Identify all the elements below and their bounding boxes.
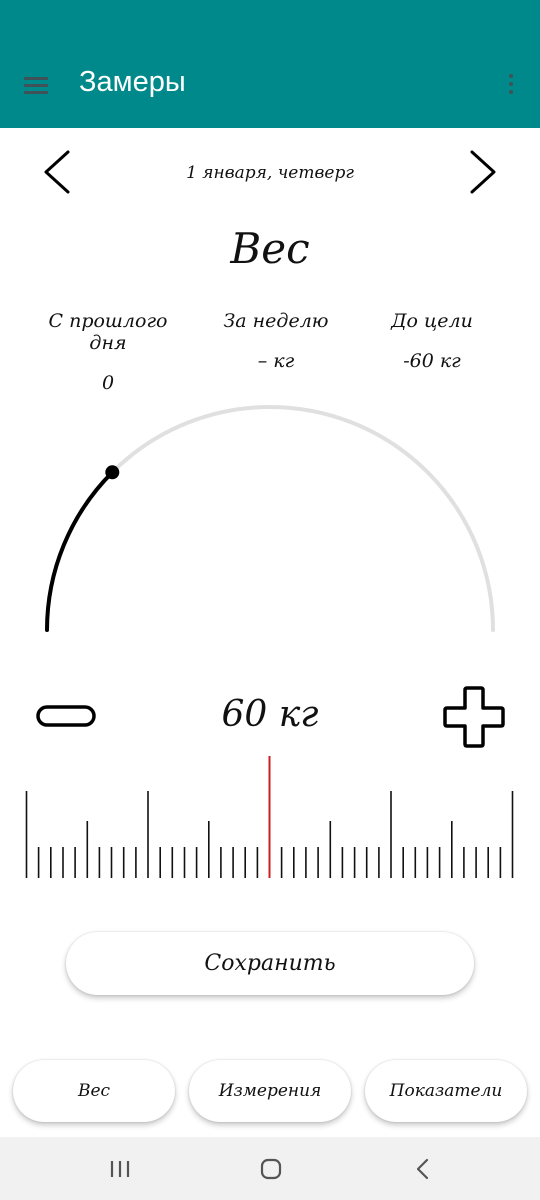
save-button[interactable]: Сохранить	[66, 932, 474, 995]
gauge-fill	[45, 470, 115, 632]
tab-indicators[interactable]: Показатели	[365, 1060, 527, 1122]
app-bar: Замеры	[0, 0, 540, 128]
chevron-right-icon	[470, 150, 496, 194]
stat-value: – кг	[257, 350, 295, 372]
date-label: 1 января, четверг	[186, 163, 354, 183]
decrease-weight-button[interactable]	[36, 705, 96, 727]
weight-value: 60 кг	[221, 694, 319, 735]
stat-value: -60 кг	[403, 350, 461, 372]
minus-icon	[36, 705, 96, 727]
back-button[interactable]	[403, 1149, 443, 1189]
recent-apps-icon	[110, 1161, 130, 1177]
menu-icon[interactable]	[18, 72, 54, 100]
stat-label: За неделю	[223, 310, 329, 332]
gauge-track	[45, 405, 495, 632]
tab-weight[interactable]: Вес	[13, 1060, 175, 1122]
previous-day-button[interactable]	[38, 146, 78, 198]
system-nav-bar	[0, 1137, 540, 1200]
section-title: Вес	[230, 224, 310, 273]
back-icon	[416, 1158, 429, 1180]
plus-icon	[443, 686, 505, 748]
weight-ruler[interactable]	[0, 750, 540, 890]
progress-gauge	[45, 405, 495, 632]
stat-label: До цели	[391, 310, 473, 332]
home-icon	[260, 1158, 282, 1180]
tab-measurements[interactable]: Измерения	[189, 1060, 351, 1122]
stat-week: За неделю – кг	[196, 310, 356, 372]
more-options-icon[interactable]	[498, 70, 524, 100]
increase-weight-button[interactable]	[443, 686, 505, 748]
stat-to-goal: До цели -60 кг	[352, 310, 512, 372]
stat-label: С прошлого дня	[48, 310, 168, 354]
recent-apps-button[interactable]	[100, 1149, 140, 1189]
app-title: Замеры	[79, 66, 186, 98]
next-day-button[interactable]	[462, 146, 502, 198]
gauge-knob	[105, 465, 120, 480]
home-button[interactable]	[251, 1149, 291, 1189]
chevron-left-icon	[44, 150, 70, 194]
